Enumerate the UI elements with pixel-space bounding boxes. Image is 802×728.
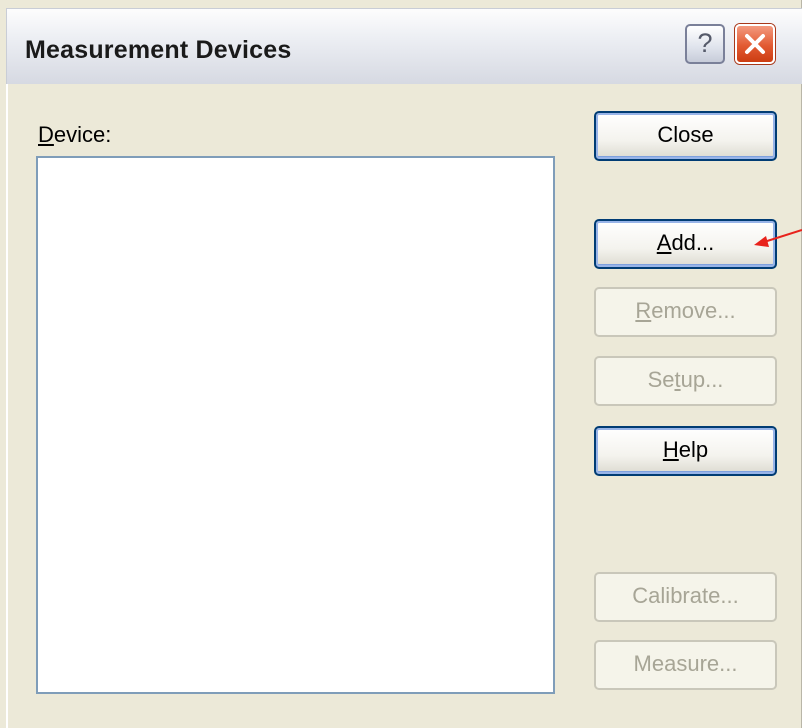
setup-button-label-rest: up... — [680, 367, 724, 392]
close-icon — [745, 34, 765, 54]
help-button-label: Help — [662, 437, 709, 462]
setup-button[interactable]: Setup... — [594, 356, 777, 406]
remove-button-label-rest: emove... — [651, 298, 736, 323]
device-label-mnemonic: D — [38, 122, 54, 147]
calibrate-button-label: Calibrate... — [632, 583, 739, 608]
window-title: Measurement Devices — [25, 36, 292, 64]
title-close-button[interactable] — [735, 24, 775, 64]
close-button[interactable]: Close — [594, 111, 777, 161]
question-mark-icon: ? — [697, 28, 713, 58]
calibrate-button[interactable]: Calibrate... — [594, 572, 777, 622]
help-button[interactable]: Help — [594, 426, 777, 476]
remove-button-label: Remove... — [635, 298, 736, 323]
add-button-label-rest: dd... — [671, 230, 715, 255]
measure-button-label: Measure... — [633, 651, 738, 676]
title-help-button[interactable]: ? — [685, 24, 725, 64]
add-button[interactable]: Add... — [594, 219, 777, 269]
remove-button[interactable]: Remove... — [594, 287, 777, 337]
device-label-rest: evice: — [53, 122, 112, 147]
setup-button-label-start: Se — [647, 367, 675, 392]
setup-button-label: Setup... — [647, 367, 724, 392]
help-button-label-rest: elp — [678, 437, 709, 462]
measurement-devices-dialog: Measurement Devices ? Device: Close Add.… — [0, 0, 802, 728]
measure-button[interactable]: Measure... — [594, 640, 777, 690]
dialog-frame-edge — [6, 84, 8, 728]
close-button-label: Close — [657, 122, 714, 147]
device-label: Device: — [38, 122, 111, 148]
add-button-label: Add... — [656, 230, 715, 255]
title-bar[interactable]: Measurement Devices ? — [6, 8, 802, 84]
device-listbox[interactable] — [36, 156, 555, 694]
